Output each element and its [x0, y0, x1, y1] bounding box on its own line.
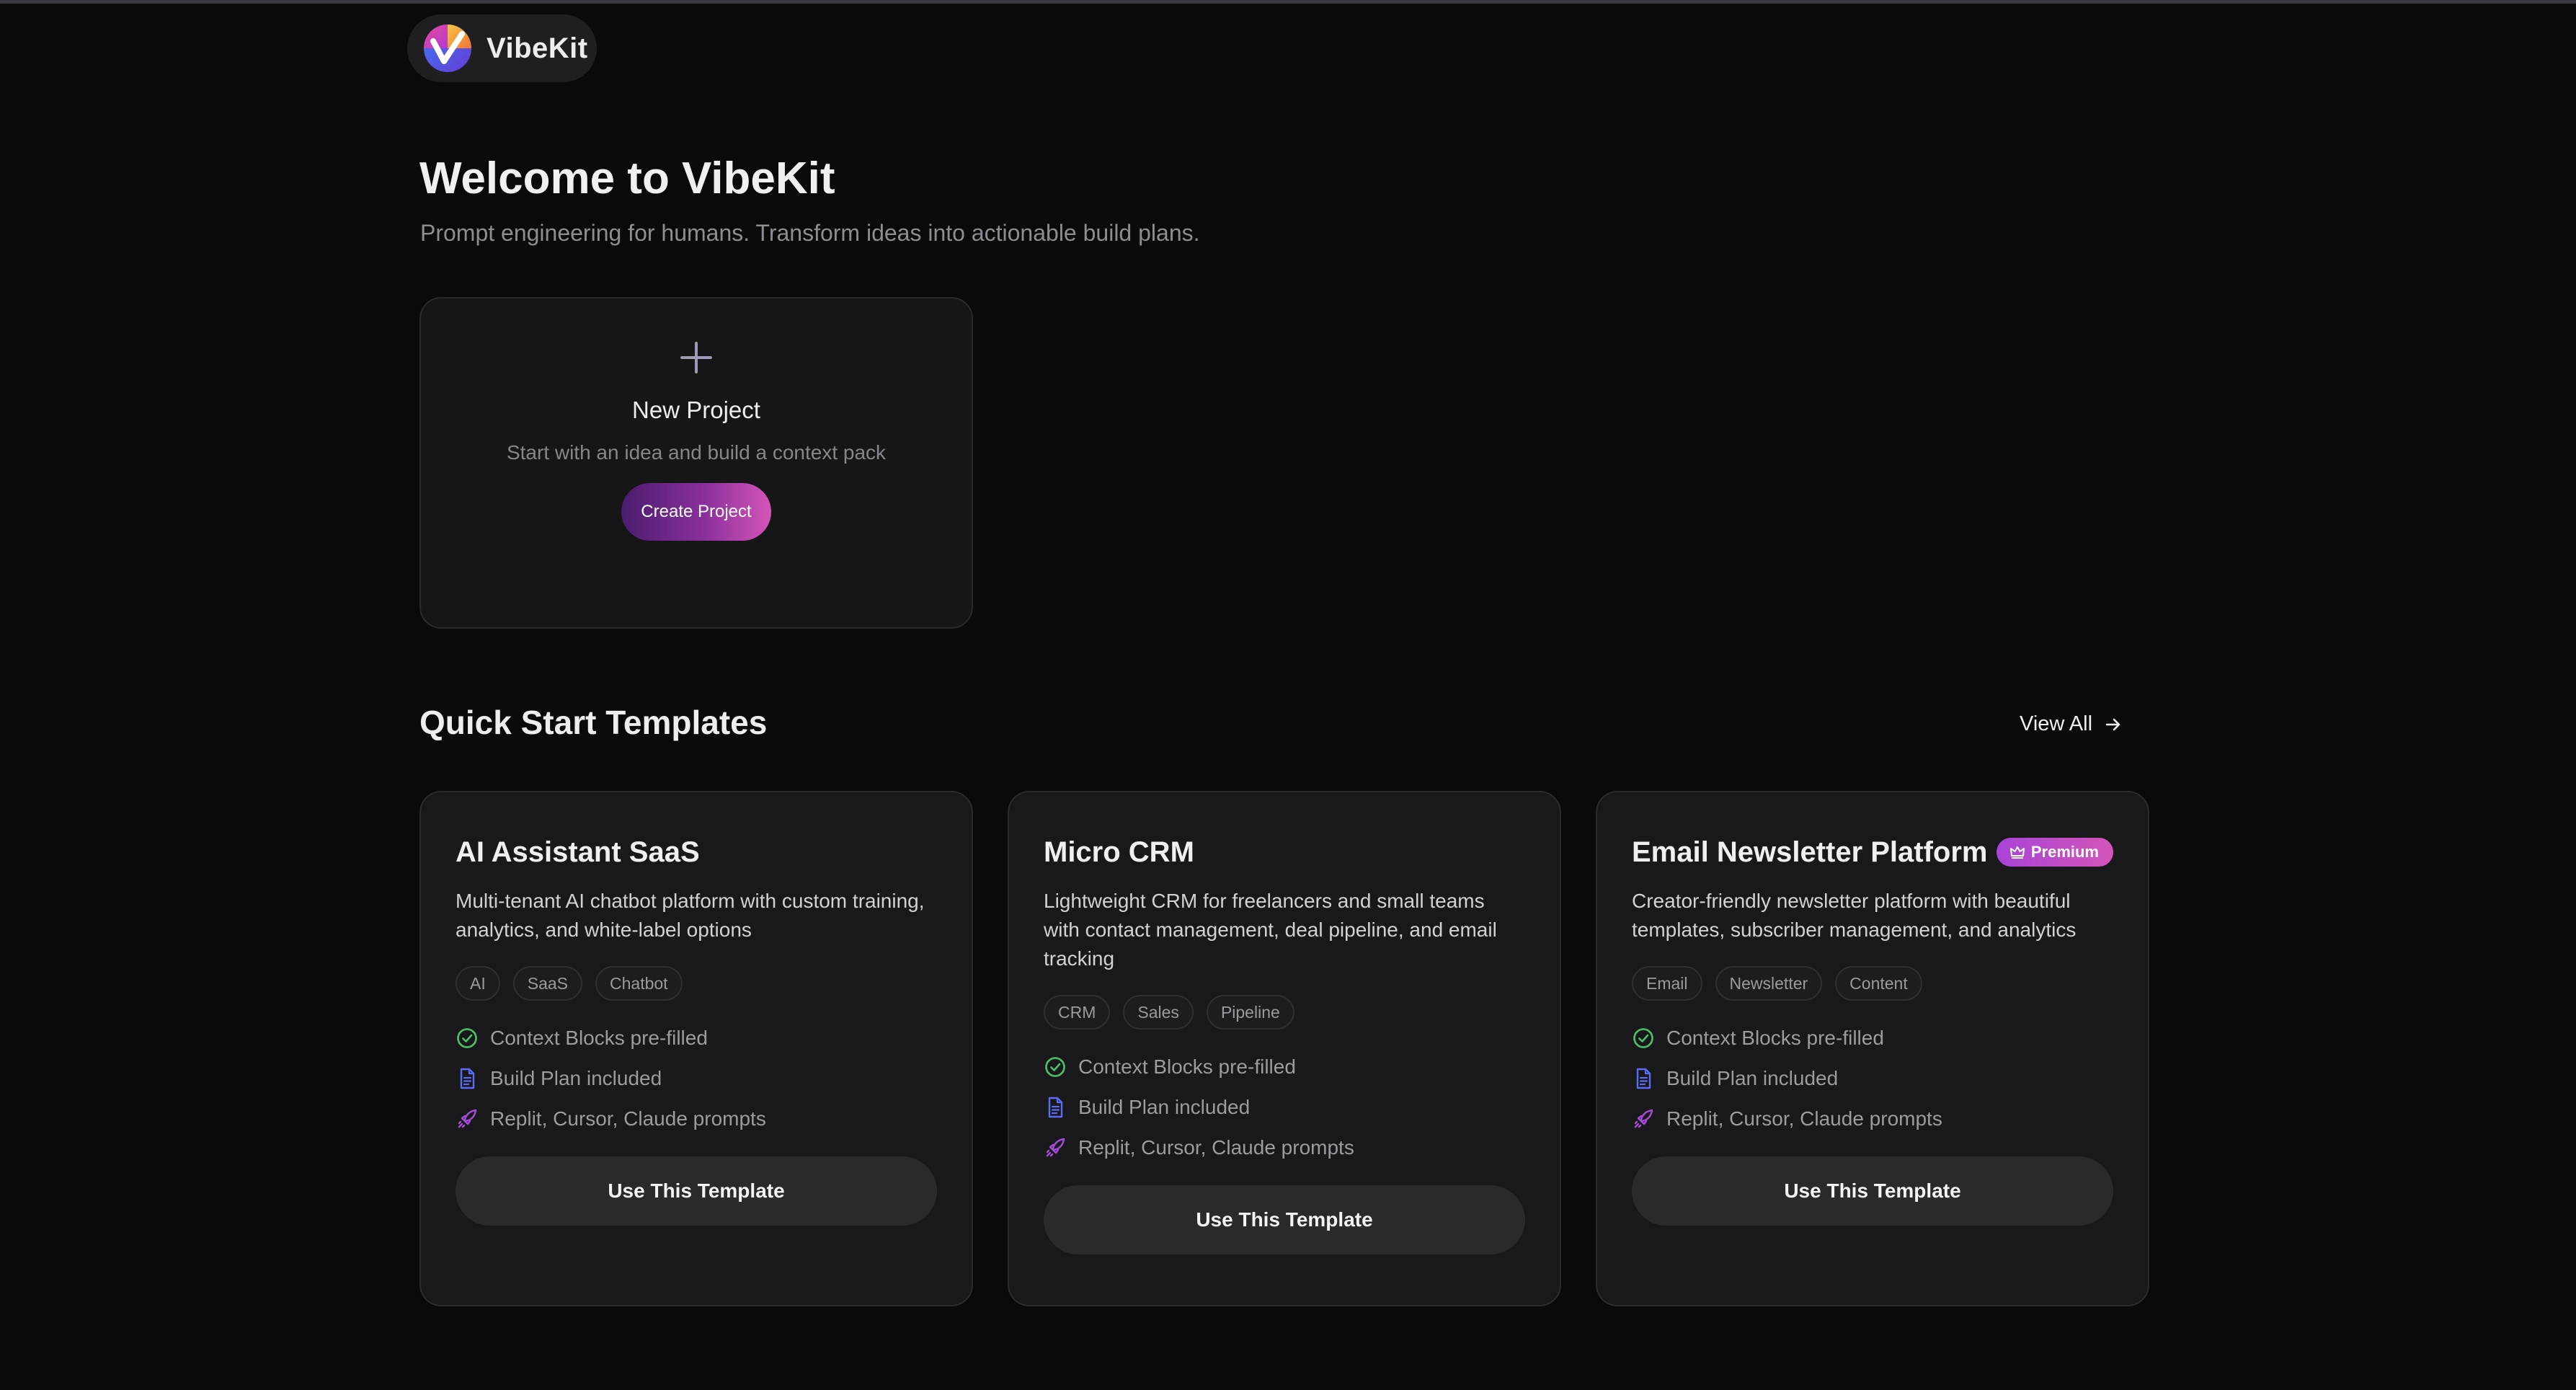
template-features: Context Blocks pre-filled Build Plan inc…: [1632, 1018, 2113, 1139]
feature-label: Context Blocks pre-filled: [1666, 1027, 1884, 1049]
new-project-description: Start with an idea and build a context p…: [506, 441, 887, 464]
document-icon: [1048, 1097, 1063, 1118]
arrow-right-icon: [2105, 718, 2120, 730]
feature-label: Context Blocks pre-filled: [1078, 1055, 1296, 1078]
page-subtitle: Prompt engineering for humans. Transform…: [420, 220, 1200, 246]
new-project-card[interactable]: New Project Start with an idea and build…: [419, 297, 973, 629]
feature-item: Replit, Cursor, Claude prompts: [456, 1099, 937, 1139]
template-card-email-newsletter-platform[interactable]: Email Newsletter Platform Premium Creato…: [1596, 791, 2149, 1306]
view-all-link[interactable]: View All: [2020, 712, 2123, 736]
check-circle-icon: [1045, 1057, 1065, 1077]
premium-badge: Premium: [1996, 838, 2113, 867]
page-title: Welcome to VibeKit: [419, 154, 835, 203]
tag: Email: [1632, 966, 1702, 1001]
check-circle-icon: [1633, 1028, 1653, 1048]
feature-item: Build Plan included: [456, 1058, 937, 1099]
rocket-icon: [458, 1109, 477, 1128]
tag: AI: [456, 966, 500, 1001]
feature-label: Replit, Cursor, Claude prompts: [1078, 1136, 1354, 1159]
tag: Sales: [1123, 995, 1194, 1030]
template-tags: CRM Sales Pipeline: [1044, 995, 1525, 1030]
template-description: Lightweight CRM for freelancers and smal…: [1044, 890, 1497, 970]
feature-item: Context Blocks pre-filled: [1044, 1047, 1525, 1087]
document-icon: [1636, 1068, 1651, 1089]
template-description: Creator-friendly newsletter platform wit…: [1632, 890, 2077, 941]
check-circle-icon: [457, 1028, 477, 1048]
template-tags: AI SaaS Chatbot: [456, 966, 937, 1001]
window-top-border: [0, 0, 2576, 4]
feature-item: Context Blocks pre-filled: [456, 1018, 937, 1058]
plus-icon: [680, 342, 712, 373]
templates-section-title: Quick Start Templates: [419, 704, 768, 741]
crown-icon: [2009, 846, 2025, 859]
feature-label: Replit, Cursor, Claude prompts: [1666, 1107, 1942, 1130]
template-features: Context Blocks pre-filled Build Plan inc…: [456, 1018, 937, 1139]
template-title: AI Assistant SaaS: [456, 836, 700, 868]
document-icon: [460, 1068, 475, 1089]
feature-item: Replit, Cursor, Claude prompts: [1632, 1099, 2113, 1139]
tag: Chatbot: [595, 966, 683, 1001]
use-template-button[interactable]: Use This Template: [456, 1156, 937, 1226]
new-project-title: New Project: [632, 397, 760, 423]
template-title: Micro CRM: [1044, 836, 1194, 868]
feature-label: Build Plan included: [1078, 1096, 1251, 1118]
feature-item: Context Blocks pre-filled: [1632, 1018, 2113, 1058]
view-all-label: View All: [2020, 712, 2093, 735]
tag: CRM: [1044, 995, 1111, 1030]
premium-label: Premium: [2030, 843, 2099, 861]
rocket-icon: [1046, 1138, 1065, 1157]
brand-name: VibeKit: [487, 32, 588, 64]
template-card-micro-crm[interactable]: Micro CRM Lightweight CRM for freelancer…: [1008, 791, 1561, 1306]
feature-label: Build Plan included: [1666, 1067, 1839, 1089]
tag: Pipeline: [1206, 995, 1294, 1030]
template-tags: Email Newsletter Content: [1632, 966, 2113, 1001]
feature-item: Build Plan included: [1632, 1058, 2113, 1099]
feature-item: Replit, Cursor, Claude prompts: [1044, 1128, 1525, 1168]
feature-label: Build Plan included: [490, 1067, 662, 1089]
template-title: Email Newsletter Platform: [1632, 836, 1988, 868]
template-features: Context Blocks pre-filled Build Plan inc…: [1044, 1047, 1525, 1168]
feature-label: Context Blocks pre-filled: [490, 1027, 708, 1049]
brand-logo-button[interactable]: VibeKit: [407, 14, 597, 82]
template-description: Multi-tenant AI chatbot platform with cu…: [456, 890, 925, 941]
vibekit-logo-icon: [424, 25, 471, 72]
use-template-button[interactable]: Use This Template: [1632, 1156, 2113, 1226]
feature-item: Build Plan included: [1044, 1087, 1525, 1128]
feature-label: Replit, Cursor, Claude prompts: [490, 1107, 766, 1130]
create-project-button[interactable]: Create Project: [621, 483, 771, 541]
rocket-icon: [1634, 1109, 1653, 1128]
tag: Newsletter: [1715, 966, 1823, 1001]
tag: Content: [1835, 966, 1922, 1001]
tag: SaaS: [512, 966, 582, 1001]
template-card-ai-assistant-saas[interactable]: AI Assistant SaaS Multi-tenant AI chatbo…: [419, 791, 973, 1306]
use-template-button[interactable]: Use This Template: [1044, 1185, 1525, 1254]
